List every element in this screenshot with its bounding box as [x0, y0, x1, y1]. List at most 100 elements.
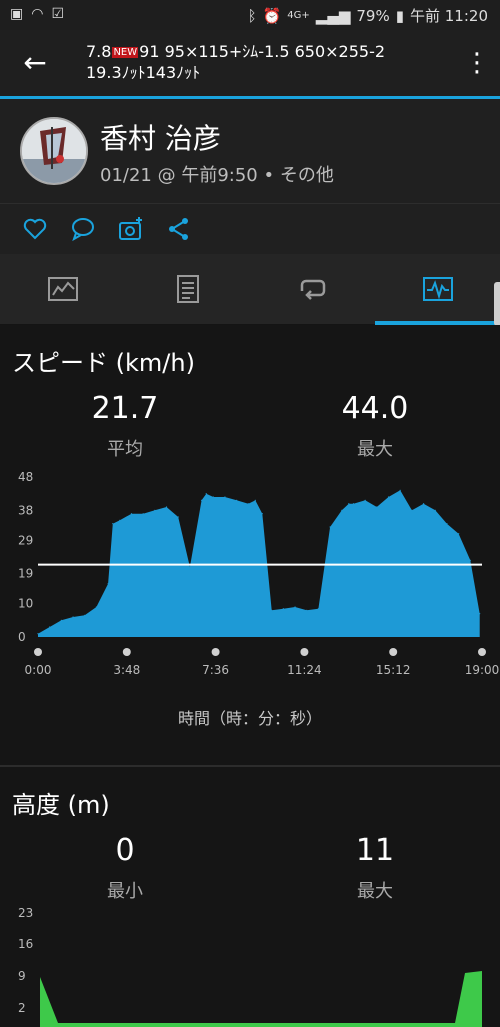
- x-tick-label: 3:48: [113, 663, 140, 677]
- y-tick-label: 29: [18, 533, 33, 547]
- altitude-max-value: 11: [355, 833, 395, 868]
- speed-point: [49, 626, 51, 628]
- share-icon[interactable]: [166, 216, 192, 242]
- speed-point: [271, 609, 273, 611]
- laps-icon: [300, 279, 325, 300]
- activity-header: 香村 治彦 01/21 @ 午前9:50 • その他: [0, 99, 500, 203]
- speed-point: [294, 606, 296, 608]
- y-tick-label: 19: [18, 567, 33, 581]
- altitude-title: 高度 (m): [12, 791, 110, 819]
- signal-icon: ▂▄▆: [315, 6, 351, 25]
- speed-point: [348, 503, 350, 505]
- user-name: 香村 治彦: [100, 122, 221, 155]
- speed-point: [364, 499, 366, 501]
- speed-point: [282, 608, 284, 610]
- altitude-min-label: 最小: [107, 881, 143, 902]
- activity-meta: 01/21 @ 午前9:50 • その他: [100, 161, 334, 187]
- activity-title: 7.8 NEW 91 95×115+ｼﾑ-1.5 650×255-2 19.3ﾉｯﾄ…: [86, 42, 456, 83]
- altitude-max-label: 最大: [357, 881, 393, 902]
- battery-percent: 79%: [356, 6, 390, 25]
- speed-point: [154, 509, 156, 511]
- speed-point: [205, 493, 207, 495]
- battery-icon: ▮: [395, 6, 404, 25]
- altitude-section: 高度 (m) 0 最小 11 最大 23 16 9 2: [0, 767, 500, 1027]
- title-line-2: 19.3ﾉｯﾄ143ﾉｯﾄ: [86, 63, 201, 82]
- title-part-a: 7.8: [86, 42, 112, 61]
- y-tick-label: 9: [18, 969, 26, 983]
- scroll-indicator[interactable]: [494, 282, 500, 326]
- comment-icon[interactable]: [70, 216, 96, 242]
- windsurf-photo-icon: [22, 119, 86, 183]
- speed-point: [247, 503, 249, 505]
- more-options-icon[interactable]: ⋮: [464, 46, 490, 80]
- speed-max-label: 最大: [357, 439, 393, 460]
- y-tick-label: 23: [18, 907, 33, 920]
- tab-graphs[interactable]: [375, 254, 500, 324]
- bluetooth-icon: ᛒ: [247, 6, 257, 25]
- y-tick-label: 16: [18, 937, 33, 951]
- speed-point: [422, 503, 425, 505]
- speed-point: [189, 566, 191, 568]
- speed-point: [119, 519, 121, 521]
- x-tick-dot: [34, 648, 42, 656]
- speed-area: [38, 490, 480, 637]
- tab-details[interactable]: [125, 254, 250, 324]
- speed-avg-label: 平均: [107, 439, 143, 460]
- speed-point: [177, 516, 179, 518]
- speed-point: [212, 496, 214, 498]
- speed-point: [84, 614, 86, 616]
- altitude-right-area: [455, 971, 482, 1027]
- like-heart-icon[interactable]: [22, 216, 48, 242]
- tab-laps[interactable]: [250, 254, 375, 324]
- x-tick-label: 0:00: [25, 663, 52, 677]
- speed-point: [434, 509, 436, 511]
- status-icons-left: ▣ ◠ ☑: [10, 6, 64, 22]
- speed-point: [72, 616, 74, 618]
- speed-point: [341, 509, 343, 511]
- y-tick-label: 10: [18, 597, 33, 611]
- app-bar: ← 7.8 NEW 91 95×115+ｼﾑ-1.5 650×255-2 19.3ﾉ…: [0, 30, 500, 96]
- status-bar: ▣ ◠ ☑ ᛒ ⏰ 4G+ ▂▄▆ 79% ▮ 午前 11:20: [0, 0, 500, 30]
- speed-point: [306, 609, 308, 611]
- activity-date-time: 01/21 @ 午前9:50: [100, 165, 258, 186]
- speed-point: [95, 606, 98, 608]
- wifi-icon: ◠: [31, 6, 44, 22]
- speed-avg-value: 21.7: [91, 391, 159, 426]
- speed-point: [107, 583, 109, 585]
- avatar[interactable]: [20, 117, 88, 185]
- speed-x-axis-label: 時間（時：分：秒）: [177, 709, 322, 728]
- y-tick-label: 2: [18, 1001, 26, 1015]
- task-notification-icon: ☑: [51, 6, 65, 22]
- speed-point: [261, 513, 263, 515]
- speed-section: スピード (km/h) 21.7 平均 44.0 最大 0 10 19 29 38 48 0…: [0, 325, 500, 765]
- speed-point: [411, 509, 413, 511]
- activity-type: その他: [279, 165, 334, 186]
- altitude-left-area: [40, 977, 59, 1027]
- meta-separator: •: [263, 165, 275, 186]
- tab-summary[interactable]: [0, 254, 125, 324]
- y-tick-label: 48: [18, 470, 33, 484]
- x-tick-dot: [478, 648, 486, 656]
- x-tick-dot: [389, 648, 398, 656]
- status-icons-right: ᛒ ⏰ 4G+ ▂▄▆ 79% ▮ 午前 11:20: [248, 5, 488, 26]
- speed-point: [37, 633, 39, 635]
- altitude-min-value: 0: [115, 833, 135, 868]
- speed-point: [446, 523, 448, 525]
- speed-point: [165, 506, 168, 508]
- altitude-baseline-area: [40, 1023, 482, 1027]
- clock: 午前 11:20: [410, 7, 488, 25]
- x-tick-label: 19:00: [465, 663, 500, 677]
- speed-point: [112, 523, 114, 525]
- speed-chart[interactable]: 0 10 19 29 38 48 0:00 3:48 7:36 11:24 15:12 19:00: [0, 465, 500, 685]
- altitude-chart[interactable]: 23 16 9 2: [0, 907, 500, 1027]
- back-arrow-icon[interactable]: ←: [18, 46, 52, 80]
- speed-title: スピード (km/h): [12, 349, 195, 377]
- speed-point: [130, 513, 133, 515]
- add-photo-icon[interactable]: [118, 216, 144, 242]
- speed-point: [236, 499, 238, 501]
- speed-point: [224, 496, 226, 498]
- speed-point: [376, 506, 378, 508]
- speed-point: [399, 489, 401, 491]
- x-tick-dot: [300, 648, 309, 656]
- speed-point: [479, 613, 481, 615]
